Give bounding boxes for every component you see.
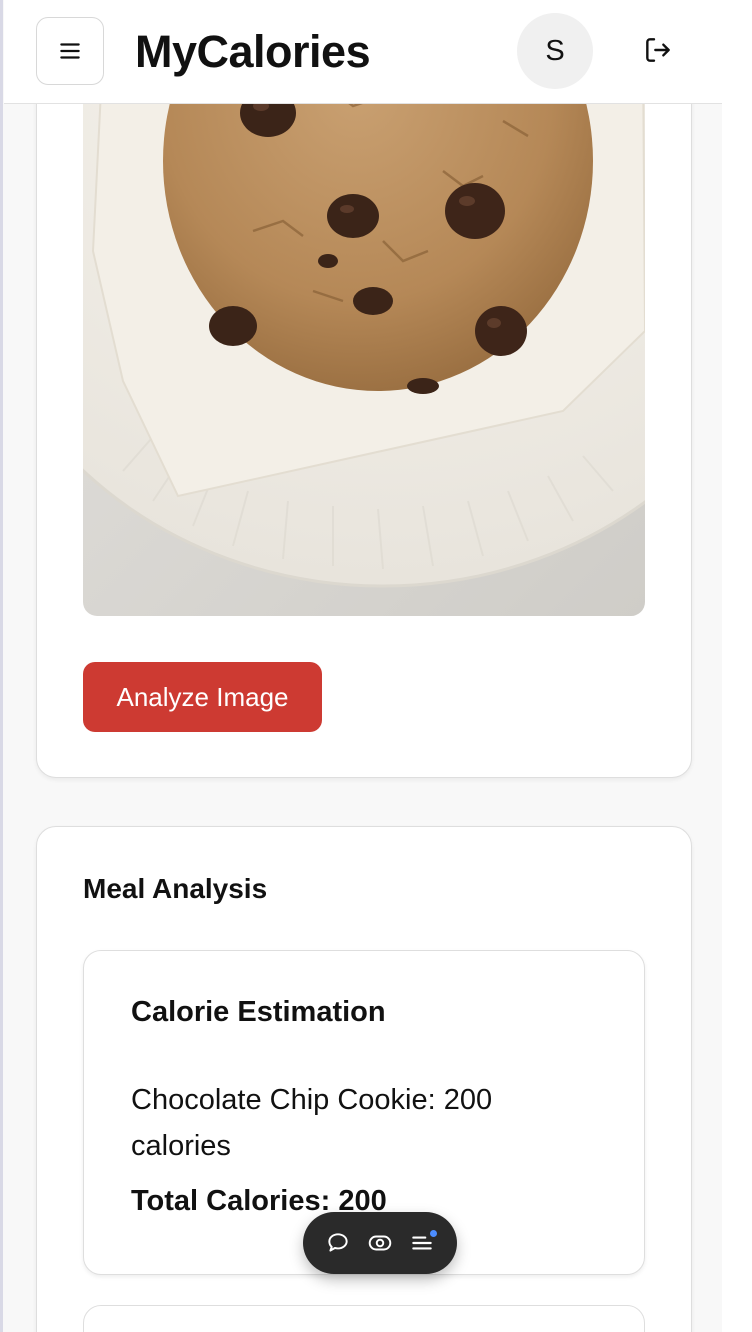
eye-icon [368,1235,392,1251]
cookie-photo-illustration [83,51,645,616]
app-header: MyCalories S [4,0,722,104]
user-avatar[interactable]: S [517,13,593,89]
analyze-image-button[interactable]: Analyze Image [83,662,322,732]
right-gutter [722,0,752,1332]
notification-dot [430,1230,437,1237]
logout-icon [646,38,670,62]
comment-icon [328,1233,348,1252]
calorie-estimation-title: Calorie Estimation [131,996,386,1028]
app-title: MyCalories [135,26,371,77]
view-button[interactable] [363,1226,397,1260]
calorie-item: Chocolate Chip Cookie: 200 calories [131,1084,493,1162]
image-upload-card: Analyze Image [36,20,692,778]
next-analysis-card [83,1305,645,1332]
comment-button[interactable] [321,1226,355,1260]
floating-toolbar [303,1212,457,1274]
meal-analysis-title: Meal Analysis [83,873,268,904]
left-edge-rule [0,0,3,1332]
food-photo [83,51,645,616]
hamburger-menu-icon [60,43,80,59]
logout-button[interactable] [638,30,678,70]
menu-button[interactable] [36,17,104,85]
list-button[interactable] [405,1226,439,1260]
